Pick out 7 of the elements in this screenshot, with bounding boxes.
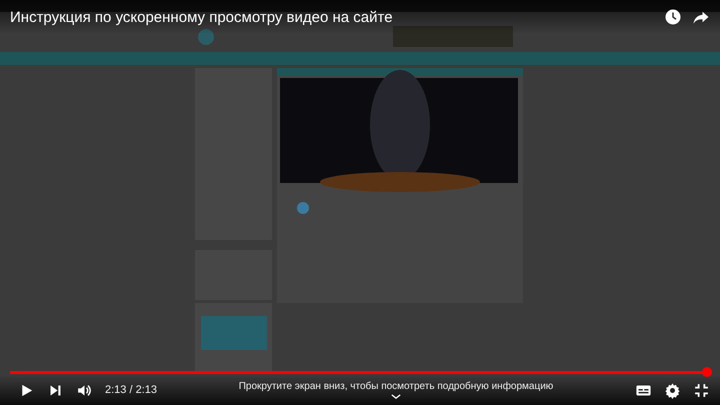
video-title: Инструкция по ускоренному просмотру видео на сайте (10, 8, 393, 26)
chevron-down-icon[interactable] (391, 394, 401, 399)
clock-icon[interactable] (664, 8, 682, 26)
time-display: 2:13 / 2:13 (105, 384, 157, 396)
settings-icon[interactable] (664, 382, 681, 398)
exit-fullscreen-icon[interactable] (693, 382, 710, 398)
scroll-hint: Прокрутите экран вниз, чтобы посмотреть подробную информацию (238, 381, 554, 392)
